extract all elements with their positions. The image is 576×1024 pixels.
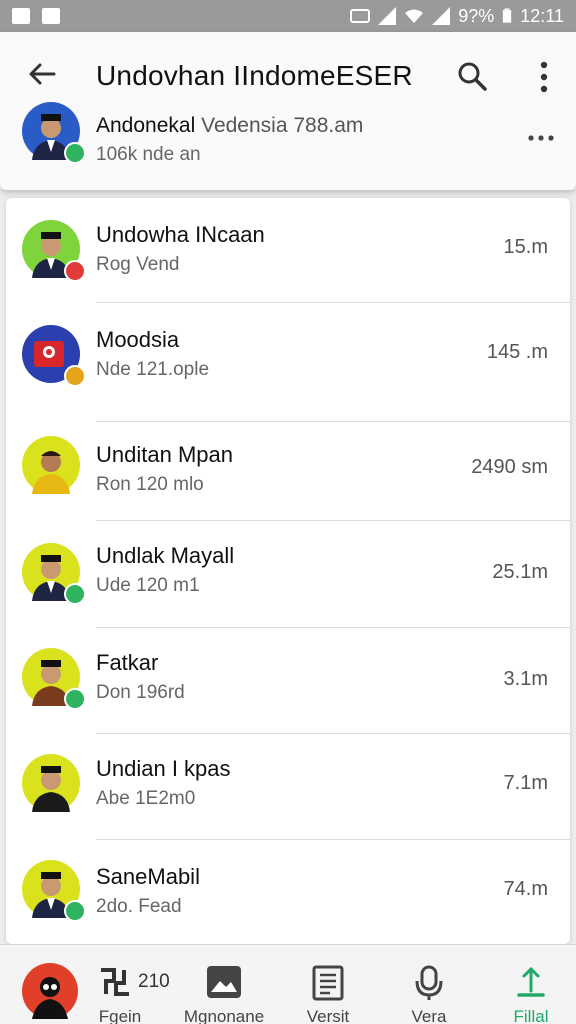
status-badge xyxy=(64,900,86,922)
search-icon[interactable] xyxy=(456,60,488,92)
contact-name: Unditan Mpan xyxy=(96,442,233,467)
status-badge xyxy=(64,260,86,282)
contact-name: SaneMabil xyxy=(96,864,200,889)
list-item[interactable]: Undowha INcaan Rog Vend 15.m xyxy=(6,198,570,303)
account-subtitle: 106k nde an xyxy=(96,144,201,165)
signal-icon xyxy=(432,7,451,25)
account-name-extra: Vedensia 788.am xyxy=(201,114,364,137)
contact-list: Undowha INcaan Rog Vend 15.m Moodsia Nde… xyxy=(6,198,570,944)
nav-item-document[interactable]: Versit xyxy=(290,945,370,1024)
signal-icon xyxy=(378,7,397,25)
contact-name: Undlak Mayall xyxy=(96,543,235,568)
avatar xyxy=(22,102,86,164)
status-bar: 9?% 12:11 xyxy=(0,0,576,32)
cast-icon xyxy=(350,9,371,23)
nav-item-gallery[interactable]: Mgnonane xyxy=(180,945,280,1024)
contact-subtitle: Ron 120 mlo xyxy=(96,474,204,495)
bottom-navigation: 210 Fgein Mgnonane Versit Vera Fillal xyxy=(0,944,576,1024)
overflow-menu-icon[interactable] xyxy=(530,60,558,94)
contact-name: Undian I kpas xyxy=(96,756,231,781)
contact-subtitle: 2do. Fead xyxy=(96,896,182,917)
contact-name: Fatkar xyxy=(96,650,159,675)
battery-icon xyxy=(503,8,512,23)
account-name: Andonekal xyxy=(96,114,196,137)
avatar xyxy=(22,754,80,812)
battery-text: 9?% xyxy=(458,5,495,26)
status-badge xyxy=(64,365,86,387)
avatar xyxy=(22,860,86,922)
nav-label: Versit xyxy=(306,1007,350,1024)
account-header[interactable]: Andonekal Vedensia 788.am 106k nde an xyxy=(22,102,562,172)
contact-subtitle: Ude 120 m1 xyxy=(96,575,200,596)
notification-icon xyxy=(12,8,30,24)
microphone-icon xyxy=(415,965,443,1000)
list-item[interactable]: Moodsia Nde 121.ople 145 .m xyxy=(6,303,570,422)
contact-time: 15.m xyxy=(503,236,548,258)
contact-name: Undowha INcaan xyxy=(96,222,265,247)
contact-subtitle: Rog Vend xyxy=(96,254,180,275)
list-item[interactable]: SaneMabil 2do. Fead 74.m xyxy=(6,840,570,944)
image-icon xyxy=(207,966,241,998)
avatar xyxy=(22,325,86,387)
contact-time: 25.1m xyxy=(492,561,548,583)
nav-item-upload[interactable]: Fillal xyxy=(490,945,572,1024)
avatar xyxy=(22,220,86,282)
list-item[interactable]: Undlak Mayall Ude 120 m1 25.1m xyxy=(6,521,570,628)
contact-subtitle: Nde 121.ople xyxy=(96,359,210,380)
contact-time: 2490 sm xyxy=(471,456,548,478)
clock: 12:11 xyxy=(520,5,564,26)
status-badge xyxy=(64,583,86,605)
upload-icon xyxy=(517,966,545,997)
contact-subtitle: Don 196rd xyxy=(96,682,185,703)
wifi-icon xyxy=(405,9,424,23)
nav-label: Mgnonane xyxy=(183,1007,265,1024)
back-arrow-icon[interactable] xyxy=(26,58,58,90)
contact-subtitle: Abe 1E2m0 xyxy=(96,788,196,809)
list-item[interactable]: Unditan Mpan Ron 120 mlo 2490 sm xyxy=(6,422,570,521)
contact-time: 3.1m xyxy=(503,668,548,690)
status-badge xyxy=(64,688,86,710)
profile-count: 210 xyxy=(138,971,170,992)
profile-icon xyxy=(22,963,78,1019)
avatar xyxy=(22,436,80,494)
list-item[interactable]: Undian I kpas Abe 1E2m0 7.1m xyxy=(6,734,570,840)
contact-time: 7.1m xyxy=(503,772,548,794)
nav-item-voice[interactable]: Vera xyxy=(390,945,470,1024)
contact-name: Moodsia xyxy=(96,327,180,352)
contact-time: 74.m xyxy=(503,878,548,900)
nav-label: Vera xyxy=(411,1007,447,1024)
more-horizontal-icon[interactable] xyxy=(526,128,556,148)
nav-item-profile[interactable]: 210 Fgein xyxy=(0,945,170,1024)
image-notification-icon xyxy=(42,8,60,24)
list-item[interactable]: Fatkar Don 196rd 3.1m xyxy=(6,628,570,734)
avatar xyxy=(22,648,86,710)
app-bar: Undovhan IIndomeESER Andonekal Vedensia … xyxy=(0,32,576,190)
page-title: Undovhan IIndomeESER xyxy=(96,60,413,91)
avatar xyxy=(22,543,86,605)
contact-time: 145 .m xyxy=(486,341,548,363)
nav-label: Fillal xyxy=(513,1007,549,1024)
logo-icon xyxy=(101,968,129,996)
nav-label: Fgein xyxy=(98,1007,142,1024)
online-badge xyxy=(64,142,86,164)
document-icon xyxy=(312,965,344,1001)
